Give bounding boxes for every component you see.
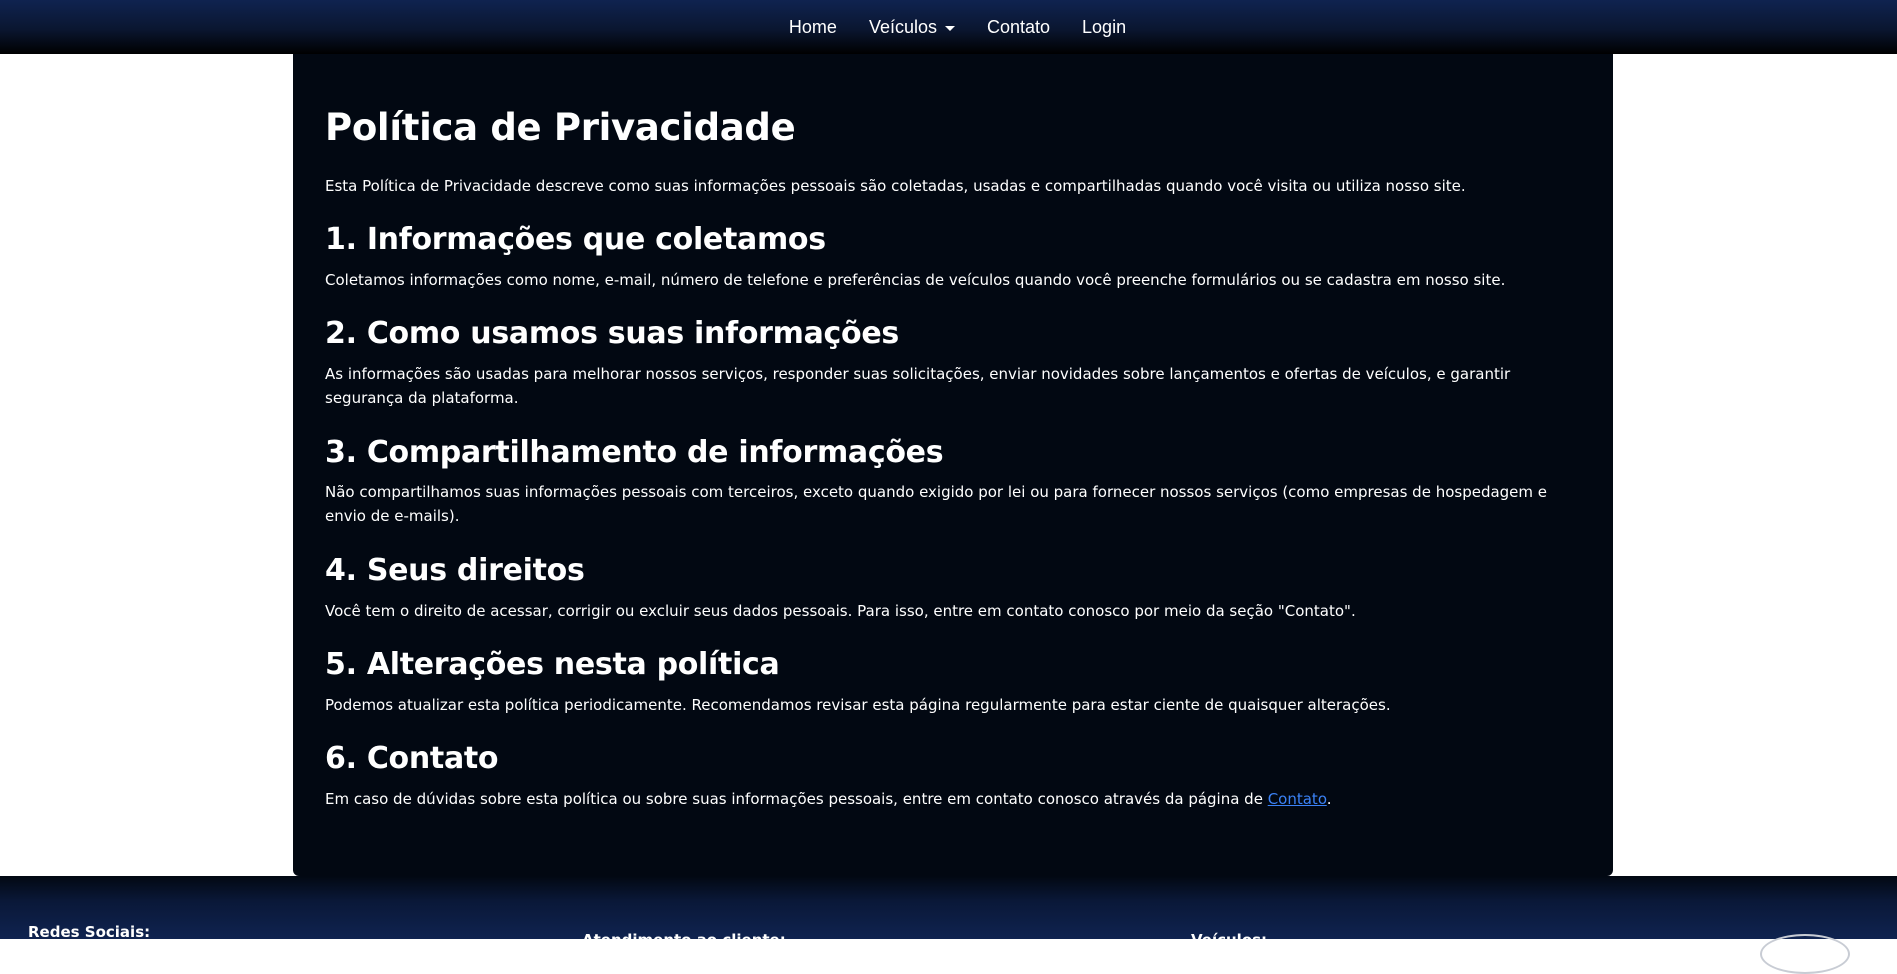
- section-text-collect: Coletamos informações como nome, e-mail,…: [325, 271, 1506, 289]
- nav-veiculos-label: Veículos: [868, 16, 937, 37]
- footer-logo: [1760, 934, 1850, 974]
- nav-login-link[interactable]: Login: [1066, 17, 1142, 38]
- section-heading-collect: 1. Informações que coletamos: [325, 222, 826, 257]
- page-title: Política de Privacidade: [325, 106, 796, 149]
- section-heading-changes: 5. Alterações nesta política: [325, 647, 780, 682]
- footer-vehicles-title: Veículos:: [1191, 931, 1268, 949]
- top-navbar: Home Veículos Contato Login: [0, 0, 1897, 54]
- section-text-usage: As informações são usadas para melhorar …: [325, 365, 1511, 407]
- section-heading-rights: 4. Seus direitos: [325, 553, 585, 588]
- intro-paragraph: Esta Política de Privacidade descreve co…: [325, 177, 1466, 195]
- contact-page-link[interactable]: Contato: [1268, 790, 1327, 808]
- nav-home-link[interactable]: Home: [773, 17, 853, 38]
- section-heading-contact: 6. Contato: [325, 741, 499, 776]
- nav-veiculos-dropdown[interactable]: Veículos: [853, 17, 971, 38]
- section-text-rights: Você tem o direito de acessar, corrigir …: [325, 602, 1356, 620]
- section-text-contact: Em caso de dúvidas sobre esta política o…: [325, 787, 1555, 811]
- footer-social-title: Redes Sociais:: [28, 923, 151, 941]
- section-text-sharing: Não compartilhamos suas informações pess…: [325, 483, 1548, 525]
- section-heading-usage: 2. Como usamos suas informações: [325, 316, 899, 351]
- section-heading-sharing: 3. Compartilhamento de informações: [325, 435, 944, 470]
- nav-menu: Home Veículos Contato Login: [773, 17, 1142, 38]
- contact-text-after: .: [1326, 790, 1332, 808]
- page-footer: Redes Sociais: Atendimento ao cliente: V…: [0, 876, 1897, 974]
- footer-support-title: Atendimento ao cliente:: [582, 931, 786, 949]
- section-text-changes: Podemos atualizar esta política periodic…: [325, 696, 1391, 714]
- contact-text-before: Em caso de dúvidas sobre esta política o…: [325, 790, 1268, 808]
- chevron-down-icon: [944, 25, 955, 31]
- nav-contato-link[interactable]: Contato: [971, 17, 1066, 38]
- privacy-policy-card: Política de Privacidade Esta Política de…: [293, 54, 1613, 876]
